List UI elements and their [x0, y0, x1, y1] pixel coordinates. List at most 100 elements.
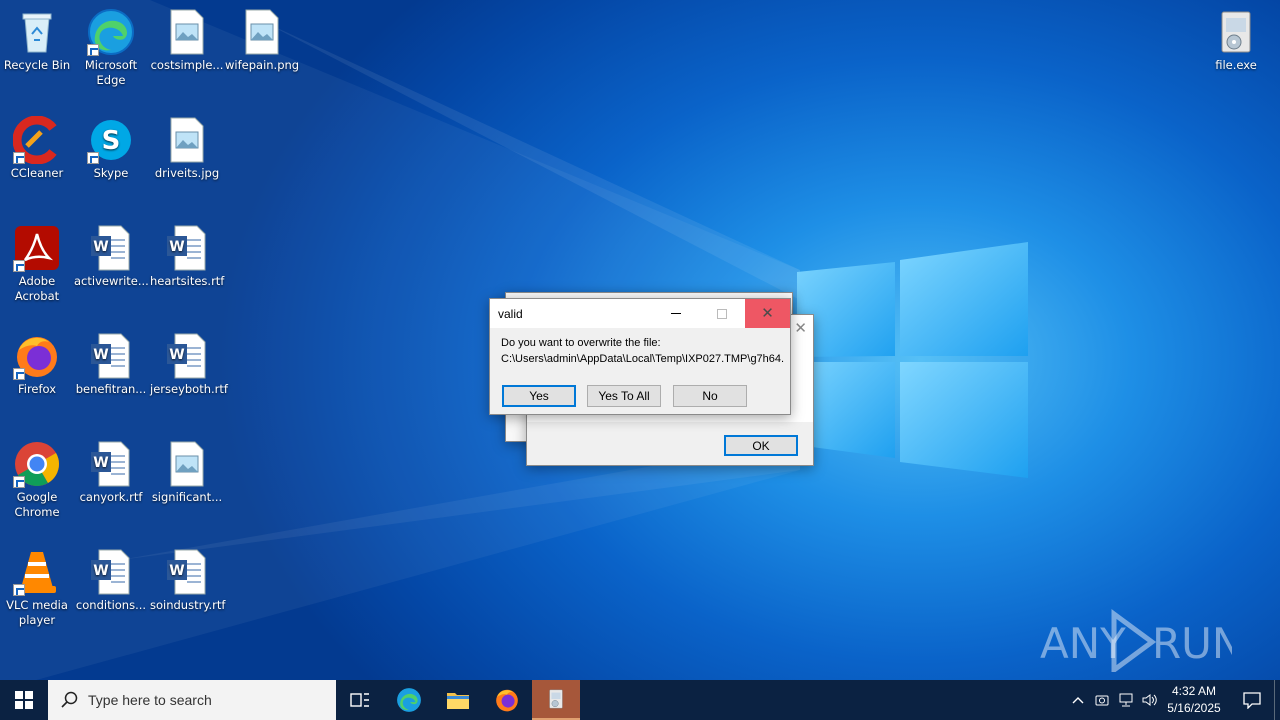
svg-text:W: W — [169, 347, 184, 363]
desktop-icon-label: activewrite... — [74, 274, 149, 288]
show-desktop-strip[interactable] — [1274, 680, 1280, 720]
desktop-icon-label: heartsites.rtf — [150, 274, 225, 288]
yes-to-all-button[interactable]: Yes To All — [587, 385, 661, 407]
desktop-icon-firefox[interactable]: Firefox — [0, 332, 74, 397]
svg-text:W: W — [169, 563, 184, 579]
desktop-icon-label: Microsoft Edge — [84, 58, 138, 87]
edge-icon — [397, 688, 421, 712]
system-tray — [1066, 680, 1162, 720]
installer-icon — [1221, 11, 1251, 53]
svg-text:S: S — [102, 126, 121, 156]
desktop-icon-label: significant... — [151, 490, 223, 504]
desktop-icon-soindustry[interactable]: W soindustry.rtf — [150, 548, 226, 613]
desktop-icon-label: conditions... — [75, 598, 147, 612]
word-file-icon: W — [167, 333, 206, 379]
recycle-bin-icon — [22, 13, 52, 53]
clock-time: 4:32 AM — [1171, 684, 1217, 698]
desktop-icon-benefitran[interactable]: W benefitran... — [74, 332, 148, 397]
camera-icon[interactable] — [1090, 693, 1114, 707]
desktop-icon-significant[interactable]: significant... — [150, 440, 224, 505]
desktop-icon-label: soindustry.rtf — [150, 598, 226, 612]
desktop-icon-label: driveits.jpg — [154, 166, 220, 180]
shortcut-arrow-icon — [87, 152, 99, 164]
desktop-icon-conditions[interactable]: W conditions... — [74, 548, 148, 613]
dialog-titlebar: valid ✕ — [490, 299, 790, 328]
close-icon[interactable]: ✕ — [794, 319, 807, 337]
desktop-icon-label: canyork.rtf — [79, 490, 143, 504]
yes-button[interactable]: Yes — [502, 385, 576, 407]
desktop-icon-adobe-acrobat[interactable]: Adobe Acrobat — [0, 224, 74, 304]
desktop-icon-label: wifepain.png — [225, 58, 300, 72]
windows-logo-icon — [15, 691, 33, 709]
image-file-icon — [170, 117, 204, 163]
volume-icon[interactable] — [1138, 693, 1162, 707]
clock-date: 5/16/2025 — [1167, 701, 1221, 715]
desktop-icon-label: benefitran... — [75, 382, 147, 396]
notification-center-button[interactable] — [1232, 680, 1272, 720]
minimize-icon[interactable] — [653, 299, 699, 328]
notification-icon — [1243, 692, 1261, 709]
image-file-icon — [245, 9, 279, 55]
desktop-icon-canyork[interactable]: W canyork.rtf — [74, 440, 148, 505]
start-button[interactable] — [0, 680, 48, 720]
taskbar-file-explorer[interactable] — [434, 680, 482, 720]
anyrun-watermark: ANY RUN — [1040, 608, 1243, 675]
taskbar-installer-active[interactable] — [532, 680, 580, 720]
clock[interactable]: 4:32 AM 5/16/2025 — [1162, 683, 1226, 717]
folder-icon — [447, 693, 469, 709]
shortcut-arrow-icon — [13, 152, 25, 164]
svg-text:W: W — [169, 239, 184, 255]
desktop-icon-heartsites[interactable]: W heartsites.rtf — [150, 224, 224, 289]
desktop-icon-driveits[interactable]: driveits.jpg — [150, 116, 224, 181]
desktop-icon-wifepain[interactable]: wifepain.png — [225, 8, 299, 73]
close-button[interactable]: ✕ — [745, 299, 790, 328]
desktop-icon-edge[interactable]: Microsoft Edge — [74, 8, 148, 88]
desktop-icon-jerseyboth[interactable]: W jerseyboth.rtf — [150, 332, 228, 397]
desktop-icon-label: file.exe — [1215, 58, 1257, 72]
maximize-icon[interactable] — [699, 299, 745, 328]
desktop-icon-activewrite[interactable]: W activewrite... — [74, 224, 149, 289]
task-view-icon — [350, 693, 369, 707]
desktop-icon-vlc[interactable]: VLC media player — [0, 548, 74, 628]
taskbar-firefox[interactable] — [482, 680, 532, 720]
taskbar-edge[interactable] — [384, 680, 434, 720]
chevron-up-icon[interactable] — [1066, 696, 1090, 704]
desktop-icon-label: Skype — [93, 166, 129, 180]
desktop-icon-label: jerseyboth.rtf — [150, 382, 228, 396]
word-file-icon: W — [91, 549, 130, 595]
svg-text:W: W — [93, 347, 108, 363]
desktop-icon-label: VLC media player — [6, 598, 68, 627]
shortcut-arrow-icon — [13, 260, 25, 272]
desktop-icon-label: Recycle Bin — [3, 58, 71, 72]
desktop-icon-label: costsimple... — [150, 58, 224, 72]
ok-button[interactable]: OK — [724, 435, 798, 456]
desktop-icon-costsimple[interactable]: costsimple... — [150, 8, 224, 73]
desktop-icon-label: Firefox — [17, 382, 57, 396]
taskbar-search-box[interactable]: Type here to search — [48, 680, 336, 720]
word-file-icon: W — [167, 549, 206, 595]
search-icon — [61, 691, 78, 708]
desktop-icon-skype[interactable]: S Skype — [74, 116, 148, 181]
desktop-icon-label: CCleaner — [10, 166, 64, 180]
no-button[interactable]: No — [673, 385, 747, 407]
word-file-icon: W — [91, 333, 130, 379]
desktop-icon-label: Google Chrome — [14, 490, 60, 519]
overwrite-dialog: valid ✕ Do you want to overwrite the fil… — [489, 298, 791, 415]
desktop-icon-recycle-bin[interactable]: Recycle Bin — [0, 8, 74, 73]
task-view-button[interactable] — [336, 680, 384, 720]
installer-icon — [549, 689, 563, 709]
firefox-icon — [496, 689, 518, 712]
shortcut-arrow-icon — [13, 476, 25, 488]
desktop-icon-file-exe[interactable]: file.exe — [1199, 8, 1273, 73]
dialog-title: valid — [498, 306, 523, 321]
watermark-text-right: RUN — [1152, 619, 1232, 668]
image-file-icon — [170, 441, 204, 487]
desktop-icon-google-chrome[interactable]: Google Chrome — [0, 440, 74, 520]
dialog-message-path: C:\Users\admin\AppData\Local\Temp\IXP027… — [501, 353, 785, 365]
shortcut-arrow-icon — [13, 368, 25, 380]
desktop-icon-ccleaner[interactable]: CCleaner — [0, 115, 74, 181]
svg-text:W: W — [93, 239, 108, 255]
image-file-icon — [170, 9, 204, 55]
network-icon[interactable] — [1114, 693, 1138, 707]
svg-text:W: W — [93, 563, 108, 579]
